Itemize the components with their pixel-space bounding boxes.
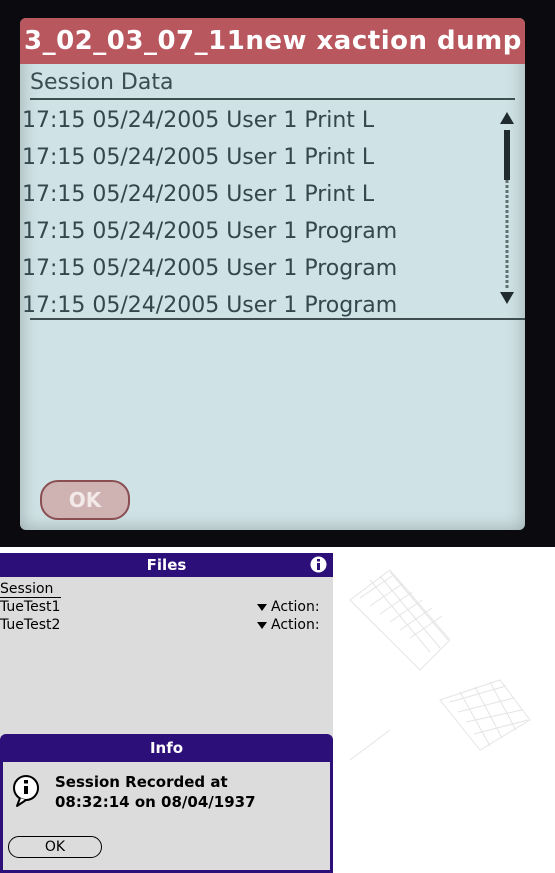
ok-button[interactable]: OK (8, 836, 102, 858)
action-label: Action: (271, 617, 320, 633)
table-row[interactable]: TueTest1 Action: (0, 598, 333, 616)
device-title: 3_02_03_07_11new xaction dump (20, 18, 525, 64)
list-item[interactable]: 17:15 05/24/2005 User 1 Print L (20, 139, 490, 176)
device-screen: 3_02_03_07_11new xaction dump Session Da… (20, 18, 525, 530)
list-item[interactable]: 17:15 05/24/2005 User 1 Print L (20, 176, 490, 213)
action-label: Action: (271, 599, 320, 615)
device-photo: 3_02_03_07_11new xaction dump Session Da… (0, 0, 555, 547)
palm-section-label: Session (0, 581, 62, 598)
dropdown-triangle-icon (257, 621, 267, 629)
table-row[interactable]: TueTest2 Action: (0, 616, 333, 634)
dialog-message: Session Recorded at 08:32:14 on 08/04/19… (55, 772, 325, 812)
dropdown-triangle-icon (257, 603, 267, 611)
device-section-header: Session Data (30, 68, 515, 100)
palm-title: Files (146, 556, 187, 574)
scroll-up-arrow-icon (500, 112, 514, 124)
device-scrollbar[interactable] (492, 108, 522, 308)
watermark-stamp (349, 569, 531, 761)
palm-section-header: Session (0, 580, 333, 598)
list-item[interactable]: 17:15 05/24/2005 User 1 Print L (20, 102, 490, 139)
file-name[interactable]: TueTest1 (0, 598, 60, 616)
dialog-title: Info (149, 739, 184, 757)
device-ok-button[interactable]: OK (40, 480, 130, 520)
list-item[interactable]: 17:15 05/24/2005 User 1 Program (20, 213, 490, 250)
dialog-message-line1: Session Recorded at (55, 773, 228, 791)
dialog-body: Session Recorded at 08:32:14 on 08/04/19… (3, 762, 330, 870)
scrollbar-thumb (504, 130, 510, 180)
action-dropdown[interactable]: Action: (257, 598, 320, 616)
dialog-message-line2: 08:32:14 on 08/04/1937 (55, 793, 256, 811)
palm-screen: Files Session TueTest1 Action: TueTest2 … (0, 553, 333, 873)
info-icon (13, 775, 39, 807)
scroll-down-arrow-icon (500, 292, 514, 304)
info-dialog: Info Session Recorded at 08:32:14 on 08/… (0, 734, 333, 873)
info-icon[interactable] (310, 556, 327, 573)
action-dropdown[interactable]: Action: (257, 616, 320, 634)
device-session-list: 17:15 05/24/2005 User 1 Print L 17:15 05… (20, 102, 490, 324)
list-item[interactable]: 17:15 05/24/2005 User 1 Program (20, 250, 490, 287)
palm-titlebar: Files (0, 553, 333, 577)
file-name[interactable]: TueTest2 (0, 616, 60, 634)
device-divider (30, 318, 525, 320)
